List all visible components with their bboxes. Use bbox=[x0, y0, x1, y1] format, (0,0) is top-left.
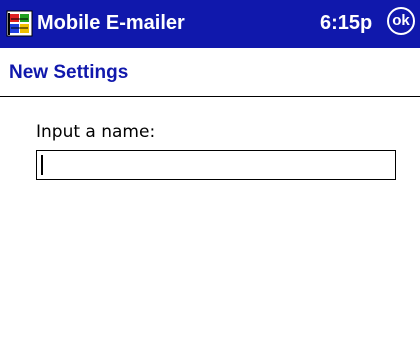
app-title: Mobile E-mailer bbox=[37, 12, 185, 34]
page-header: New Settings bbox=[0, 48, 420, 97]
form-area: Input a name: bbox=[0, 97, 420, 353]
page-title: New Settings bbox=[9, 62, 129, 83]
text-caret bbox=[41, 155, 43, 175]
ok-button[interactable]: ok bbox=[387, 7, 415, 35]
clock[interactable]: 6:15p bbox=[320, 11, 372, 35]
name-label: Input a name: bbox=[36, 122, 156, 142]
start-menu-icon[interactable] bbox=[6, 10, 33, 37]
windows-flag-icon bbox=[6, 10, 33, 37]
title-bar: Mobile E-mailer 6:15p ok bbox=[0, 0, 420, 48]
name-input[interactable] bbox=[36, 150, 396, 180]
